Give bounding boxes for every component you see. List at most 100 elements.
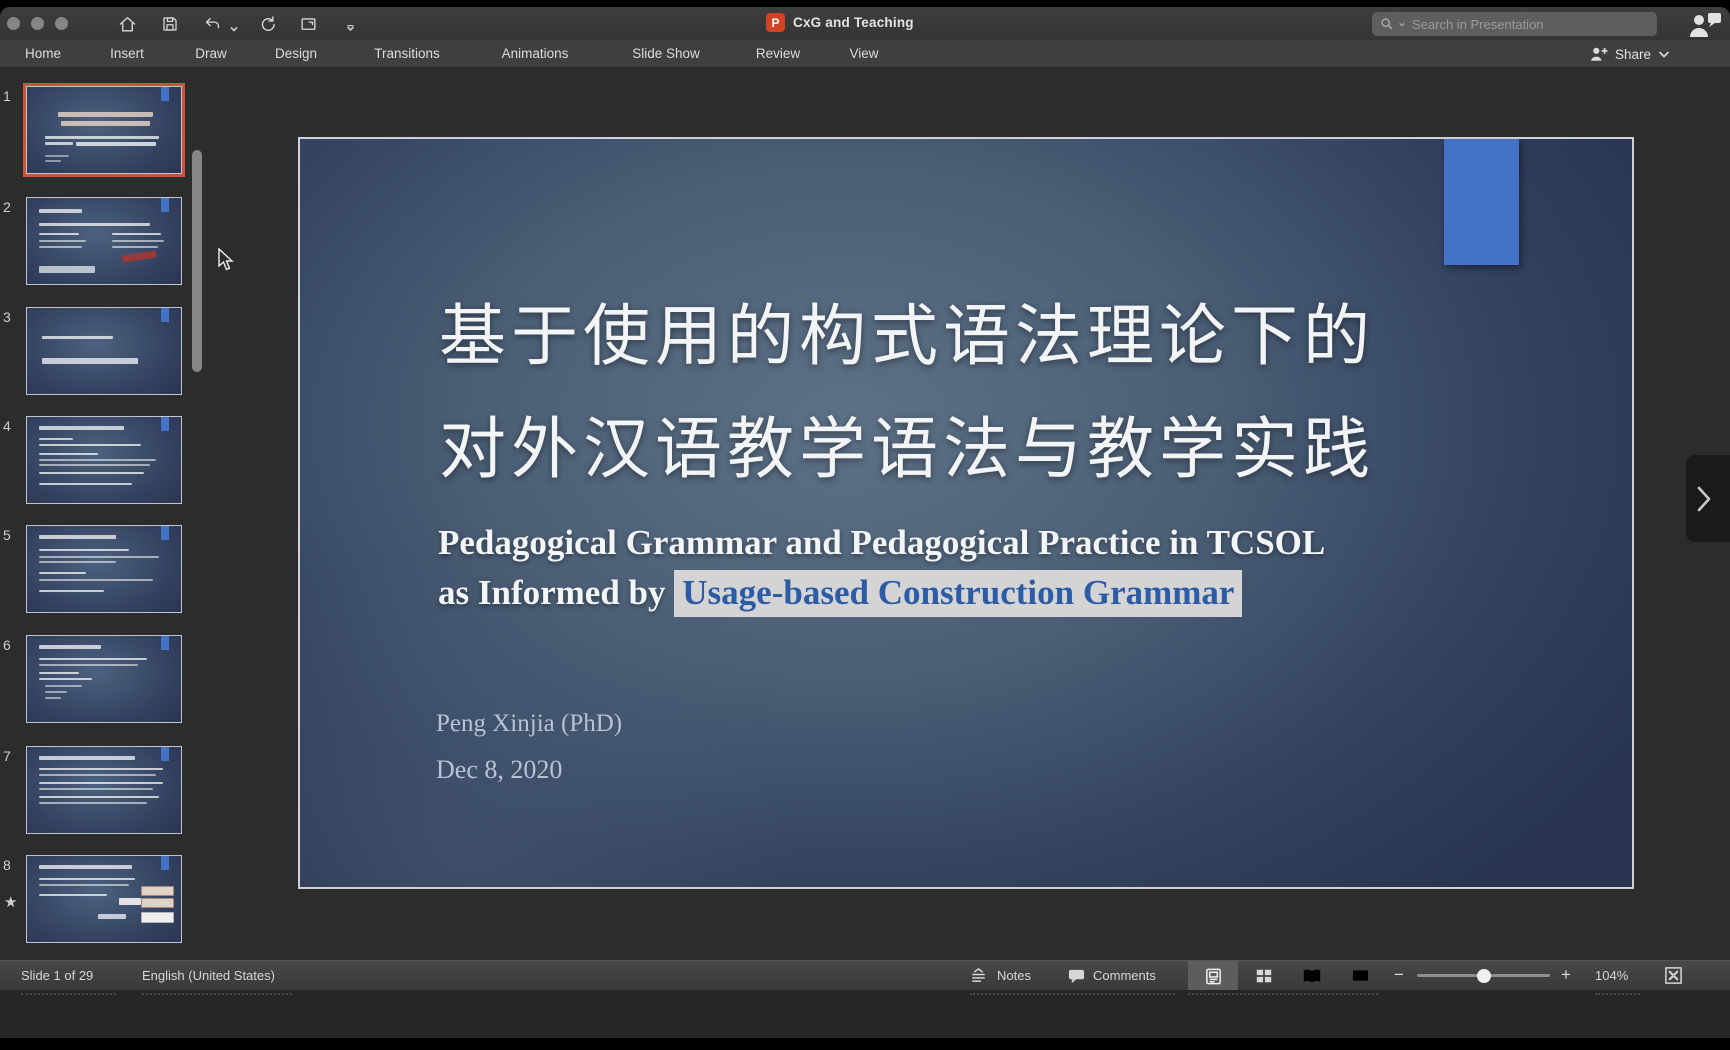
minimize-window-button[interactable] [31, 17, 44, 30]
slide-counter[interactable]: Slide 1 of 29 [21, 961, 93, 991]
share-button[interactable]: Share [1590, 40, 1670, 68]
thumb-number-2: 2 [3, 199, 21, 215]
tab-home[interactable]: Home [17, 40, 69, 68]
slide-thumbnail-3[interactable] [26, 307, 182, 395]
search-input[interactable] [1410, 16, 1649, 33]
window-view-icon[interactable] [297, 13, 319, 35]
zoom-out-button[interactable]: − [1394, 961, 1404, 991]
thumb-art-line [45, 136, 159, 139]
tab-insert[interactable]: Insert [105, 40, 149, 68]
thumb-art-line [39, 246, 82, 248]
document-title: CxG and Teaching [793, 15, 914, 30]
thumb-art-line [112, 233, 161, 235]
tab-transitions[interactable]: Transitions [364, 40, 450, 68]
thumb-art-line [39, 782, 162, 784]
fit-to-window-icon[interactable] [1664, 966, 1682, 984]
tab-view[interactable]: View [845, 40, 883, 68]
subtitle-line1: Pedagogical Grammar and Pedagogical Prac… [438, 518, 1568, 568]
slide-date[interactable]: Dec 8, 2020 [436, 755, 562, 785]
slide-author[interactable]: Peng Xinjia (PhD) [436, 709, 622, 738]
customize-toolbar-caret[interactable] [345, 20, 355, 28]
slide-sorter-icon [1255, 967, 1273, 985]
comments-button[interactable]: Comments [1093, 961, 1156, 991]
thumbnail-panel-scrollbar[interactable] [192, 150, 202, 372]
thumb-art-line [39, 788, 153, 790]
slide-title[interactable]: 基于使用的构式语法理论下的 对外汉语教学语法与教学实践 [439, 281, 1519, 507]
thumb-art-line [39, 658, 147, 660]
thumb-art-line [45, 142, 73, 145]
thumb-art-line [112, 240, 164, 242]
normal-view-button[interactable] [1188, 961, 1238, 991]
thumb-art-line [39, 590, 104, 592]
thumb-art-line [39, 865, 131, 869]
thumb-accent-shape [161, 308, 169, 322]
mouse-cursor [218, 248, 235, 272]
share-caret-icon[interactable] [1658, 50, 1670, 59]
thumb-art-box [141, 912, 174, 923]
notes-button[interactable]: Notes [997, 961, 1031, 991]
tab-draw[interactable]: Draw [190, 40, 232, 68]
slide-thumbnail-6[interactable] [26, 635, 182, 723]
thumb-art-line [45, 697, 60, 699]
slide-thumbnail-2[interactable] [26, 197, 182, 285]
next-slide-button[interactable] [1686, 455, 1730, 542]
undo-icon[interactable] [201, 13, 223, 35]
tab-design[interactable]: Design [267, 40, 325, 68]
thumb-art-line [39, 483, 131, 485]
close-window-button[interactable] [7, 17, 20, 30]
thumb-number-4: 4 [3, 418, 21, 434]
slide-subtitle[interactable]: Pedagogical Grammar and Pedagogical Prac… [438, 518, 1568, 618]
search-icon [1380, 17, 1394, 31]
reflection-artifact [1595, 993, 1640, 999]
thumb-art-line [39, 878, 134, 880]
save-icon[interactable] [159, 13, 181, 35]
thumb-number-8: 8 [3, 857, 21, 873]
slide-sorter-view-button[interactable] [1250, 961, 1278, 991]
thumb-art-line [45, 160, 60, 162]
thumb-art-line [42, 358, 137, 364]
tab-slide-show[interactable]: Slide Show [621, 40, 711, 68]
slide-thumbnail-8[interactable] [26, 855, 182, 943]
thumb-art-line [39, 240, 85, 242]
comments-icon [1068, 967, 1086, 985]
presence-person-chat-icon[interactable] [1688, 11, 1722, 38]
screen: P CxG and Teaching Home Insert Draw Desi… [0, 0, 1730, 1050]
zoom-in-button[interactable]: + [1561, 961, 1571, 991]
slide-thumbnail-1[interactable] [26, 86, 182, 174]
zoom-slider-knob[interactable] [1477, 969, 1491, 983]
slide-thumbnail-4[interactable] [26, 416, 182, 504]
language-indicator[interactable]: English (United States) [142, 961, 275, 991]
slide-accent-rectangle[interactable] [1444, 139, 1519, 265]
thumb-art-line [39, 426, 124, 430]
thumb-art-line [39, 768, 162, 770]
thumb-art-line [39, 233, 79, 235]
thumb-art-line [39, 459, 156, 461]
thumb-art-line [39, 756, 134, 760]
thumb-art-line [58, 112, 153, 117]
thumb-art-line [98, 914, 126, 919]
thumb-art-line [61, 121, 150, 126]
home-quick-icon[interactable] [116, 13, 138, 35]
normal-view-icon [1204, 967, 1223, 986]
undo-dropdown-caret[interactable] [229, 20, 239, 28]
notes-icon [970, 967, 988, 985]
zoom-percentage[interactable]: 104% [1595, 961, 1628, 991]
document-title-group: P CxG and Teaching [766, 13, 914, 32]
thumb-art-box [141, 886, 174, 896]
slideshow-view-button[interactable] [1346, 961, 1374, 991]
search-field[interactable] [1372, 12, 1657, 36]
tab-animations[interactable]: Animations [492, 40, 578, 68]
slide-thumbnail-5[interactable] [26, 525, 182, 613]
slide-canvas[interactable]: 基于使用的构式语法理论下的 对外汉语教学语法与教学实践 Pedagogical … [298, 137, 1634, 889]
slide-title-line2: 对外汉语教学语法与教学实践 [439, 394, 1519, 507]
redo-icon[interactable] [257, 13, 279, 35]
tab-review[interactable]: Review [749, 40, 807, 68]
subtitle-line2: as Informed by Usage-based Construction … [438, 568, 1568, 618]
zoom-window-button[interactable] [55, 17, 68, 30]
reading-view-button[interactable] [1298, 961, 1326, 991]
slide-thumbnail-7[interactable] [26, 746, 182, 834]
thumb-accent-shape [161, 636, 169, 650]
titlebar: P CxG and Teaching [0, 7, 1730, 40]
search-scope-caret[interactable] [1398, 21, 1406, 28]
thumb-art-line [112, 246, 158, 248]
